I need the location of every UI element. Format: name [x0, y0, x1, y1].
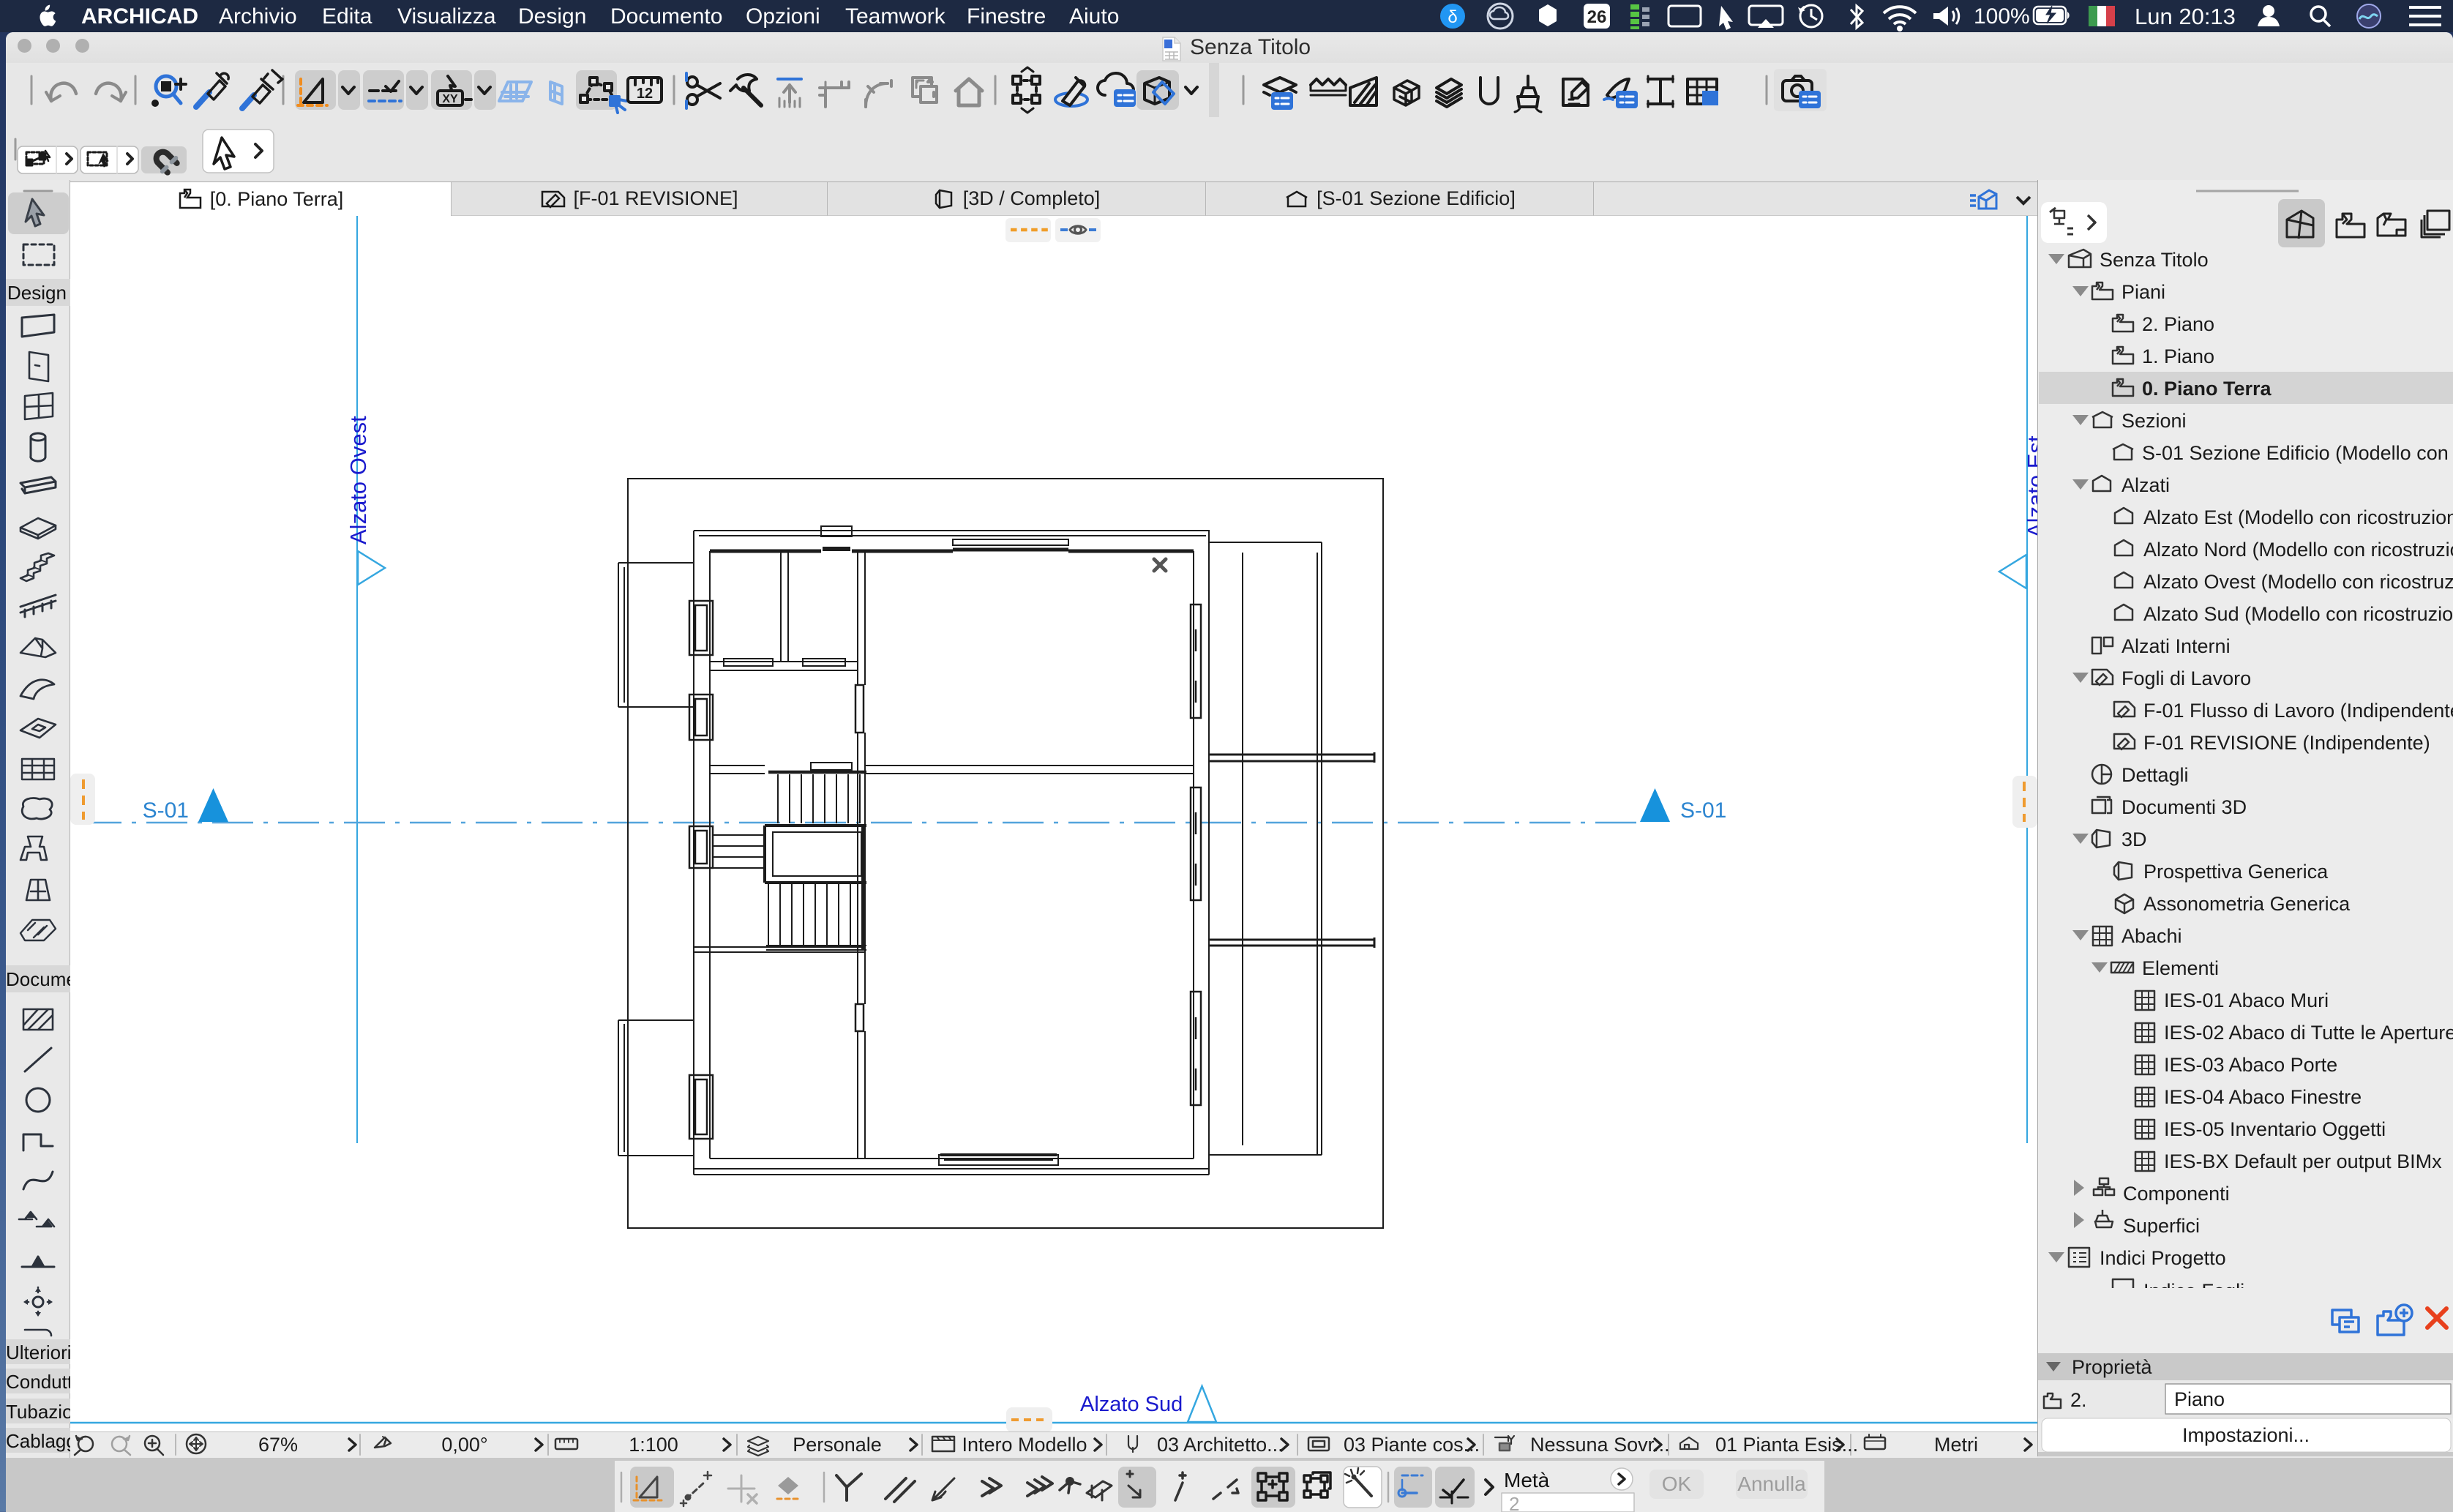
svg-text:Alzato Est: Alzato Est [2023, 435, 2037, 538]
svg-text:Indici Progetto: Indici Progetto [2100, 1247, 2226, 1269]
svg-text:Metà: Metà [1504, 1469, 1550, 1492]
svg-text:Proprietà: Proprietà [2072, 1356, 2153, 1378]
svg-text:Intero Modello: Intero Modello [962, 1434, 1087, 1456]
svg-text:Impostazioni...: Impostazioni... [2182, 1424, 2310, 1446]
svg-text:Sezioni: Sezioni [2121, 410, 2187, 432]
svg-text:0,00°: 0,00° [441, 1434, 487, 1456]
svg-text:IES-01 Abaco Muri: IES-01 Abaco Muri [2164, 989, 2329, 1011]
svg-text:100%: 100% [1974, 4, 2030, 29]
svg-text:OK: OK [1662, 1472, 1692, 1495]
svg-text:Personale: Personale [793, 1434, 882, 1456]
svg-text:Design: Design [7, 282, 67, 304]
svg-text:Abachi: Abachi [2121, 925, 2182, 947]
svg-text:Fogli di Lavoro: Fogli di Lavoro [2121, 667, 2251, 689]
svg-text:Docume: Docume [6, 968, 77, 990]
svg-text:S-01: S-01 [1680, 798, 1726, 823]
svg-text:Dettagli: Dettagli [2121, 764, 2189, 786]
svg-text:01 Pianta Esis...: 01 Pianta Esis... [1715, 1434, 1858, 1456]
svg-text:S-01: S-01 [143, 798, 189, 823]
svg-text:Piani: Piani [2121, 281, 2165, 303]
svg-text:Annulla: Annulla [1737, 1472, 1806, 1495]
svg-text:δ: δ [1448, 7, 1457, 27]
svg-text:2.: 2. [2070, 1389, 2087, 1411]
svg-text:Documenti 3D: Documenti 3D [2121, 796, 2247, 818]
svg-text:0. Piano Terra: 0. Piano Terra [2142, 378, 2272, 400]
svg-text:3D: 3D [2121, 828, 2147, 850]
svg-text:Elementi: Elementi [2142, 957, 2219, 979]
svg-text:Assonometria Generica: Assonometria Generica [2143, 893, 2351, 915]
svg-text:IES-02 Abaco di Tutte le Apert: IES-02 Abaco di Tutte le Aperture [2164, 1022, 2453, 1044]
svg-text:F-01 Flusso di Lavoro (Indipen: F-01 Flusso di Lavoro (Indipendente) [2143, 700, 2453, 722]
svg-text:Componenti: Componenti [2123, 1183, 2230, 1205]
svg-text:Piano: Piano [2174, 1388, 2225, 1410]
svg-text:Alzato Sud: Alzato Sud [1080, 1393, 1183, 1416]
svg-text:Alzato Ovest: Alzato Ovest [345, 416, 371, 544]
svg-text:Prospettiva Generica: Prospettiva Generica [2143, 861, 2329, 883]
svg-text:F-01 REVISIONE (Indipendente): F-01 REVISIONE (Indipendente) [2143, 732, 2430, 754]
svg-text:IES-03 Abaco Porte: IES-03 Abaco Porte [2164, 1054, 2337, 1076]
svg-text:Condutt: Condutt [6, 1371, 73, 1393]
svg-text:03 Piante cos...: 03 Piante cos... [1344, 1434, 1480, 1456]
svg-text:1. Piano: 1. Piano [2142, 345, 2214, 367]
svg-text:S-01 Sezione Edificio (Modello: S-01 Sezione Edificio (Modello con ricos… [2142, 442, 2453, 464]
svg-text:Ulteriori: Ulteriori [6, 1341, 72, 1363]
svg-text:Tubazio: Tubazio [6, 1401, 73, 1423]
svg-text:Alzato Nord (Modello con ricos: Alzato Nord (Modello con ricostruzione a [2143, 539, 2453, 561]
svg-text:Alzati: Alzati [2121, 474, 2170, 496]
svg-text:Alzati Interni: Alzati Interni [2121, 635, 2231, 657]
svg-text:Nessuna Sovr...: Nessuna Sovr... [1530, 1434, 1670, 1456]
svg-text:1:100: 1:100 [629, 1434, 678, 1456]
svg-text:Superfici: Superfici [2123, 1215, 2200, 1237]
svg-text:2. Piano: 2. Piano [2142, 313, 2214, 335]
svg-text:03 Architetto...: 03 Architetto... [1157, 1434, 1284, 1456]
svg-text:XY: XY [442, 93, 458, 105]
svg-text:Senza Titolo: Senza Titolo [2100, 249, 2209, 271]
svg-text:Alzato Sud (Modello con ricost: Alzato Sud (Modello con ricostruzione au [2143, 603, 2453, 625]
svg-text:Cablagg: Cablagg [6, 1430, 77, 1452]
svg-text:Alzato Est (Modello con ricost: Alzato Est (Modello con ricostruzione au… [2143, 506, 2453, 528]
svg-text:67%: 67% [258, 1434, 298, 1456]
svg-text:2: 2 [1509, 1493, 1519, 1512]
svg-text:26: 26 [1587, 7, 1607, 27]
svg-text:Alzato Ovest (Modello con rico: Alzato Ovest (Modello con ricostruzione [2143, 571, 2453, 593]
svg-text:Lun 20:13: Lun 20:13 [2135, 4, 2236, 29]
svg-text:Metri: Metri [1934, 1434, 1978, 1456]
svg-text:12: 12 [637, 86, 653, 102]
svg-text:IES-04 Abaco Finestre: IES-04 Abaco Finestre [2164, 1086, 2362, 1108]
svg-text:IES-05 Inventario Oggetti: IES-05 Inventario Oggetti [2164, 1118, 2386, 1140]
svg-text:IES-BX Default per output BIMx: IES-BX Default per output BIMx [2164, 1150, 2442, 1172]
